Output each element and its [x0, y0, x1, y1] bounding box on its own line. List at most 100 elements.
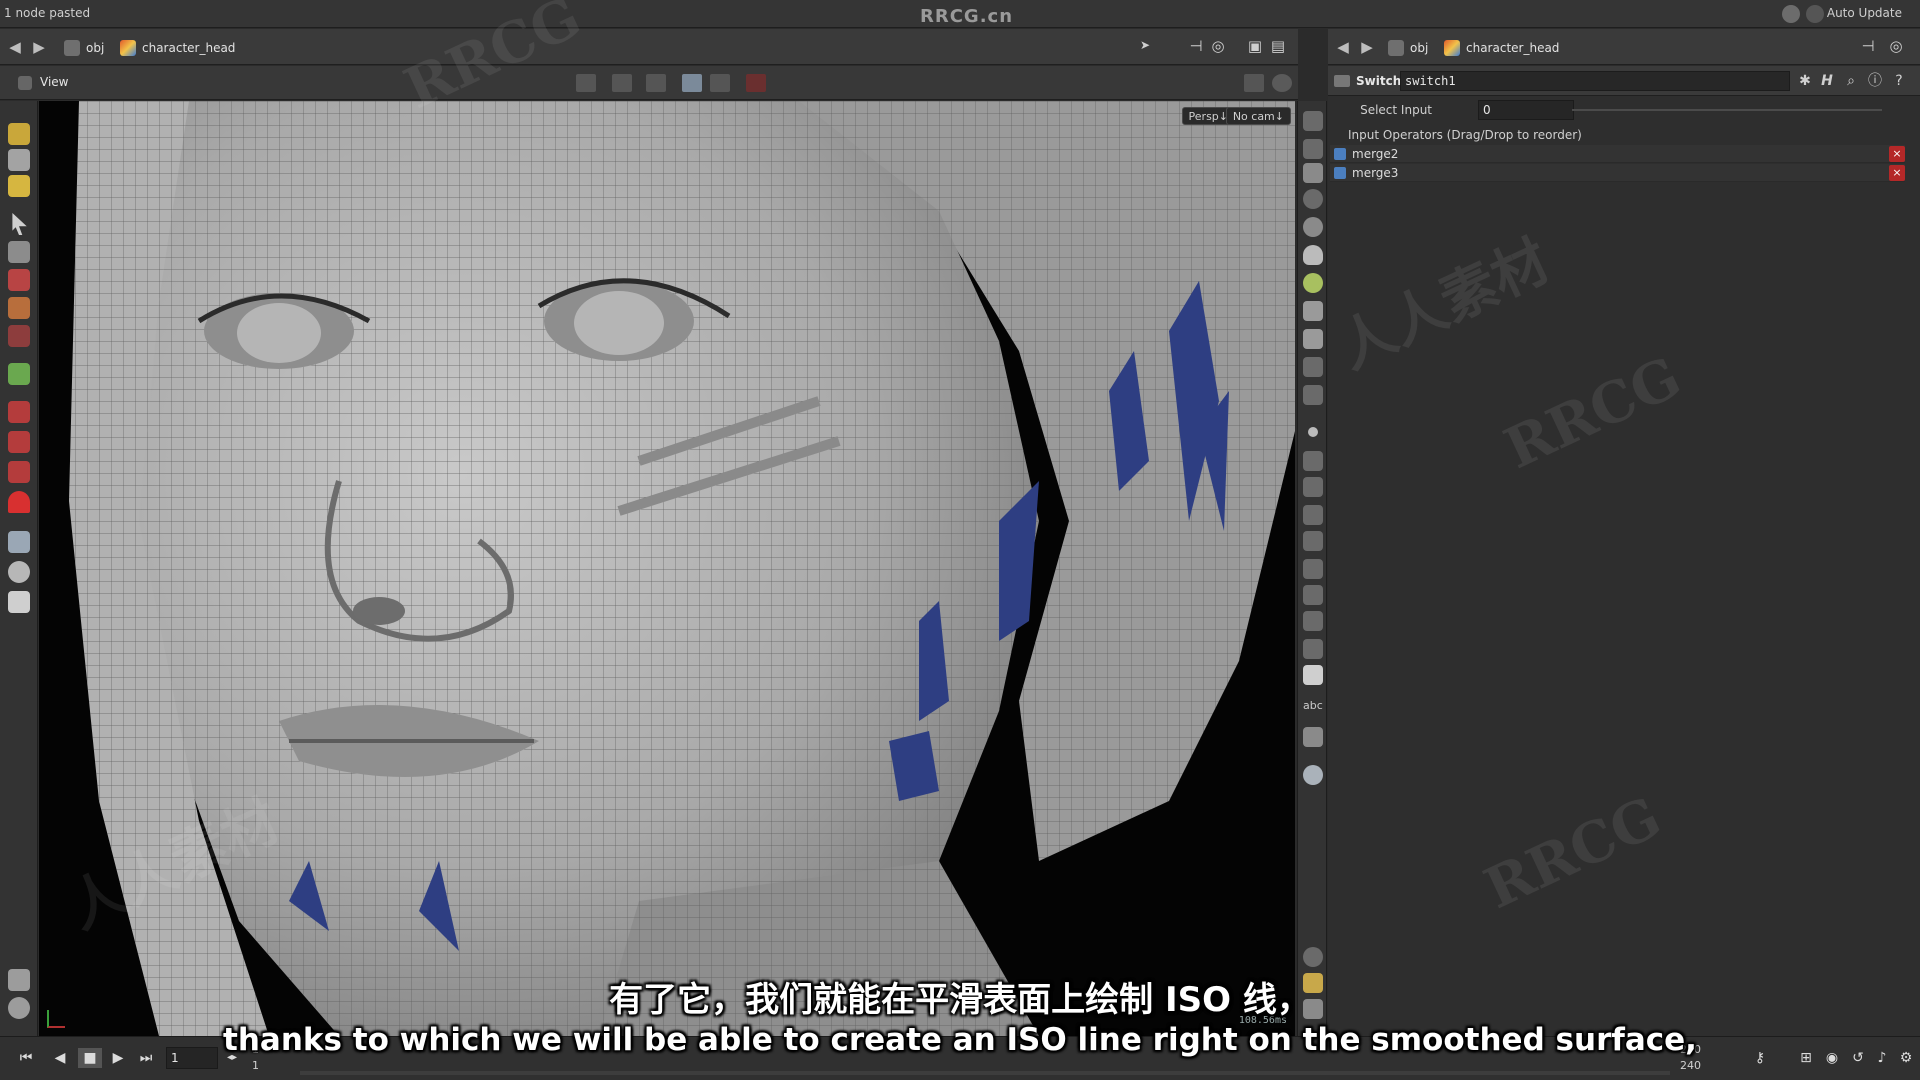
pose-tool-icon[interactable] — [8, 363, 30, 385]
params-breadcrumb-obj[interactable]: obj — [1388, 38, 1428, 58]
point-icon[interactable] — [1308, 427, 1318, 437]
camera-tool-icon[interactable] — [8, 591, 30, 613]
range-end-b[interactable]: 240 — [1680, 1059, 1701, 1072]
params-forward-arrow-icon[interactable]: ▶ — [1358, 38, 1376, 56]
display-toolbar: abc — [1297, 101, 1327, 1036]
text-abc-icon[interactable]: abc — [1303, 699, 1323, 719]
edge-icon[interactable] — [1303, 451, 1323, 471]
move-tool-icon[interactable] — [8, 269, 30, 291]
remove-input-icon[interactable]: × — [1889, 146, 1905, 162]
handle-tool-icon[interactable] — [8, 401, 30, 423]
gear-icon[interactable]: ✱ — [1796, 72, 1814, 90]
select-arrow-icon[interactable] — [12, 213, 27, 235]
square-icon[interactable] — [1303, 665, 1323, 685]
map-pin-icon[interactable] — [1303, 765, 1323, 785]
shading-icon[interactable] — [1303, 139, 1323, 159]
timeline-slider[interactable] — [300, 1071, 1670, 1075]
search-icon[interactable]: ⌕ — [1842, 72, 1860, 90]
face-icon[interactable] — [1303, 531, 1323, 551]
cube-icon[interactable]: ▣ — [1245, 37, 1265, 57]
record-icon[interactable] — [746, 74, 766, 92]
orbit-icon[interactable] — [8, 561, 30, 583]
camera-menu[interactable]: No cam↓ — [1225, 107, 1291, 125]
input-name: merge3 — [1352, 166, 1399, 180]
3d-viewport[interactable]: Persp↓ No cam↓ 108.56ms — [39, 101, 1295, 1036]
param-header: Switch switch1 ✱ H ⌕ ⓘ ? — [1328, 66, 1920, 96]
back-arrow-icon[interactable]: ◀ — [6, 38, 24, 56]
breadcrumb-obj-label: obj — [86, 41, 105, 55]
display-icon[interactable]: ▤ — [1268, 37, 1288, 57]
obj-network-icon — [64, 40, 80, 56]
breadcrumb-node-label: character_head — [142, 41, 236, 55]
forward-arrow-icon[interactable]: ▶ — [30, 38, 48, 56]
parameter-pane: Switch switch1 ✱ H ⌕ ⓘ ? Select Input 0 … — [1328, 66, 1920, 1036]
remove-input-icon[interactable]: × — [1889, 165, 1905, 181]
magnet-icon[interactable] — [8, 491, 30, 513]
points-display-icon[interactable] — [1303, 385, 1323, 405]
params-breadcrumb-obj-label: obj — [1410, 41, 1429, 55]
drag-handle-icon[interactable] — [1334, 167, 1346, 179]
pin-icon[interactable]: ⊣ — [1186, 37, 1206, 57]
background-image-icon[interactable] — [1303, 727, 1323, 747]
grid-tool-icon[interactable] — [710, 74, 730, 92]
refresh-icon[interactable] — [1806, 5, 1824, 23]
info-icon[interactable] — [1303, 947, 1323, 967]
rotate-tool-icon[interactable] — [8, 297, 30, 319]
shelf-tool-3-icon[interactable] — [8, 175, 30, 197]
select-input-slider[interactable] — [1572, 109, 1882, 111]
params-target-icon[interactable]: ◎ — [1886, 37, 1906, 57]
scale-tool-icon[interactable] — [8, 325, 30, 347]
camera-settings-icon[interactable] — [1244, 74, 1264, 92]
transform-tool-icon[interactable] — [612, 74, 632, 92]
vertex-icon[interactable] — [1303, 477, 1323, 497]
shelf-tool-2-icon[interactable] — [8, 149, 30, 171]
cloud-icon[interactable] — [1782, 5, 1800, 23]
shelf-tool-1-icon[interactable] — [8, 123, 30, 145]
viewer-toolbar: View — [0, 66, 1298, 100]
edit-tool-icon[interactable] — [8, 461, 30, 483]
auto-update-toggle[interactable]: Auto Update — [1827, 6, 1902, 20]
params-pin-icon[interactable]: ⊣ — [1858, 37, 1878, 57]
params-breadcrumb-node[interactable]: character_head — [1444, 38, 1559, 58]
uv-icon[interactable] — [1303, 611, 1323, 631]
target-icon[interactable]: ◎ — [1208, 37, 1228, 57]
drag-handle-icon[interactable] — [1334, 148, 1346, 160]
snap-tool-icon[interactable] — [682, 74, 702, 92]
breadcrumb-obj[interactable]: obj — [64, 38, 104, 58]
info-icon[interactable]: ⓘ — [1866, 72, 1884, 90]
guides-icon[interactable] — [1303, 639, 1323, 659]
bounding-box-icon[interactable] — [1303, 585, 1323, 605]
cursor-icon: ➤ — [1139, 38, 1151, 52]
params-obj-network-icon — [1388, 40, 1404, 56]
loop-tool-icon[interactable] — [8, 431, 30, 453]
light-bulb-icon[interactable] — [1303, 273, 1323, 293]
prim-numbers-icon[interactable] — [1303, 559, 1323, 579]
point-numbers-icon[interactable] — [1303, 505, 1323, 525]
ghost-icon[interactable] — [1303, 189, 1323, 209]
select-input-label: Select Input — [1360, 103, 1432, 117]
light-icon[interactable] — [1303, 245, 1323, 265]
params-back-arrow-icon[interactable]: ◀ — [1334, 38, 1352, 56]
input-row[interactable]: merge3 × — [1330, 164, 1905, 182]
h-help-icon[interactable]: H — [1818, 72, 1836, 90]
left-toolbar — [0, 101, 38, 1036]
layers-icon[interactable] — [1303, 111, 1323, 131]
help-icon[interactable]: ? — [1890, 72, 1908, 90]
node-name-field[interactable]: switch1 — [1400, 71, 1790, 91]
handle-tool-icon[interactable] — [646, 74, 666, 92]
sphere-icon[interactable] — [1303, 217, 1323, 237]
select-tool-icon[interactable] — [576, 74, 596, 92]
params-geometry-node-icon — [1444, 40, 1460, 56]
template-icon[interactable] — [1303, 301, 1323, 321]
input-row[interactable]: merge2 × — [1330, 145, 1905, 163]
breadcrumb-node[interactable]: character_head — [120, 38, 235, 58]
lock-camera-icon[interactable] — [1303, 163, 1323, 183]
geometry-node-icon — [120, 40, 136, 56]
normals-icon[interactable] — [1303, 357, 1323, 377]
range-start-b[interactable]: 1 — [252, 1059, 259, 1072]
lock-icon[interactable] — [8, 241, 30, 263]
xray-icon[interactable] — [1303, 329, 1323, 349]
view-tool-icon[interactable] — [8, 531, 30, 553]
help-icon[interactable] — [1272, 74, 1292, 92]
select-input-field[interactable]: 0 — [1478, 100, 1574, 120]
